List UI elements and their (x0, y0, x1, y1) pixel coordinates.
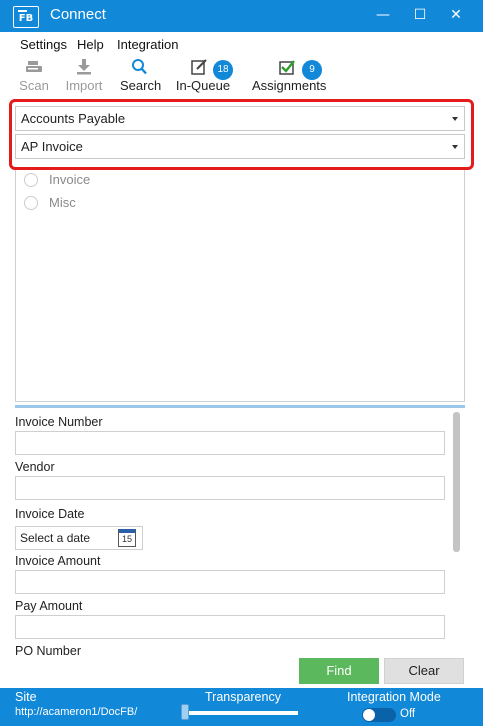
site-url[interactable]: http://acameron1/DocFB/ (15, 706, 137, 718)
assignments-label: Assignments (252, 78, 327, 93)
invoice-amount-label: Invoice Amount (15, 554, 101, 568)
invoice-date-picker[interactable]: Select a date 15 (15, 526, 143, 550)
document-subtype-panel: Invoice Misc (15, 170, 465, 402)
integration-mode-state: Off (400, 708, 416, 720)
calendar-icon[interactable]: 15 (118, 529, 136, 547)
in-queue-label: In-Queue (175, 78, 231, 93)
find-button[interactable]: Find (299, 658, 379, 684)
in-queue-badge: 18 (213, 60, 233, 80)
index-fields: Invoice Number Vendor Invoice Date Selec… (0, 410, 483, 656)
import-icon (77, 59, 91, 75)
panel-divider[interactable] (15, 405, 465, 408)
chevron-down-icon (452, 145, 458, 149)
toggle-knob (363, 709, 375, 721)
transparency-slider[interactable] (182, 711, 298, 715)
action-bar: Find Clear (0, 656, 483, 688)
toolbar: Scan Import Search In-Queue 18 Assignmen… (0, 58, 483, 98)
vendor-input[interactable] (15, 476, 445, 500)
status-bar: Site http://acameron1/DocFB/ Transparenc… (0, 688, 483, 726)
pay-amount-label: Pay Amount (15, 599, 83, 613)
maximize-button[interactable]: ☐ (402, 0, 438, 32)
window-title: Connect (50, 6, 106, 23)
radio-label: Misc (49, 195, 76, 210)
fields-scrollbar[interactable] (453, 412, 460, 552)
scan-button[interactable]: Scan (18, 58, 50, 93)
date-placeholder: Select a date (20, 531, 91, 545)
pay-amount-input[interactable] (15, 615, 445, 639)
menu-settings[interactable]: Settings (20, 37, 67, 52)
document-type-select[interactable]: AP Invoice (15, 134, 465, 159)
document-type-value: AP Invoice (21, 139, 83, 154)
radio-button[interactable] (24, 173, 38, 187)
menu-integration[interactable]: Integration (117, 37, 178, 52)
menu-help[interactable]: Help (77, 37, 104, 52)
close-button[interactable]: ✕ (438, 0, 474, 32)
integration-mode-toggle[interactable] (362, 708, 396, 722)
po-number-label: PO Number (15, 644, 81, 656)
transparency-slider-handle[interactable] (181, 704, 189, 720)
chevron-down-icon (452, 117, 458, 121)
search-button[interactable]: Search (120, 58, 162, 93)
department-select[interactable]: Accounts Payable (15, 106, 465, 131)
app-logo-icon: FB (13, 6, 39, 28)
invoice-amount-input[interactable] (15, 570, 445, 594)
radio-label: Invoice (49, 172, 91, 187)
radio-button[interactable] (24, 196, 38, 210)
minimize-button[interactable]: — (365, 0, 401, 32)
transparency-label: Transparency (205, 690, 281, 704)
integration-mode-label: Integration Mode (347, 690, 441, 704)
clear-button[interactable]: Clear (384, 658, 464, 684)
department-value: Accounts Payable (21, 111, 126, 126)
assignments-badge: 9 (302, 60, 322, 80)
title-bar: FB Connect — ☐ ✕ (0, 0, 483, 32)
vendor-label: Vendor (15, 460, 55, 474)
invoice-date-label: Invoice Date (15, 507, 85, 521)
invoice-number-input[interactable] (15, 431, 445, 455)
scan-label: Scan (19, 78, 49, 93)
menu-bar: Settings Help Integration (0, 32, 483, 56)
site-label: Site (15, 690, 37, 704)
import-label: Import (65, 78, 103, 93)
search-label: Search (120, 78, 162, 93)
scanner-icon (26, 61, 42, 72)
invoice-number-label: Invoice Number (15, 415, 103, 429)
search-icon (132, 59, 147, 75)
import-button[interactable]: Import (64, 58, 104, 93)
